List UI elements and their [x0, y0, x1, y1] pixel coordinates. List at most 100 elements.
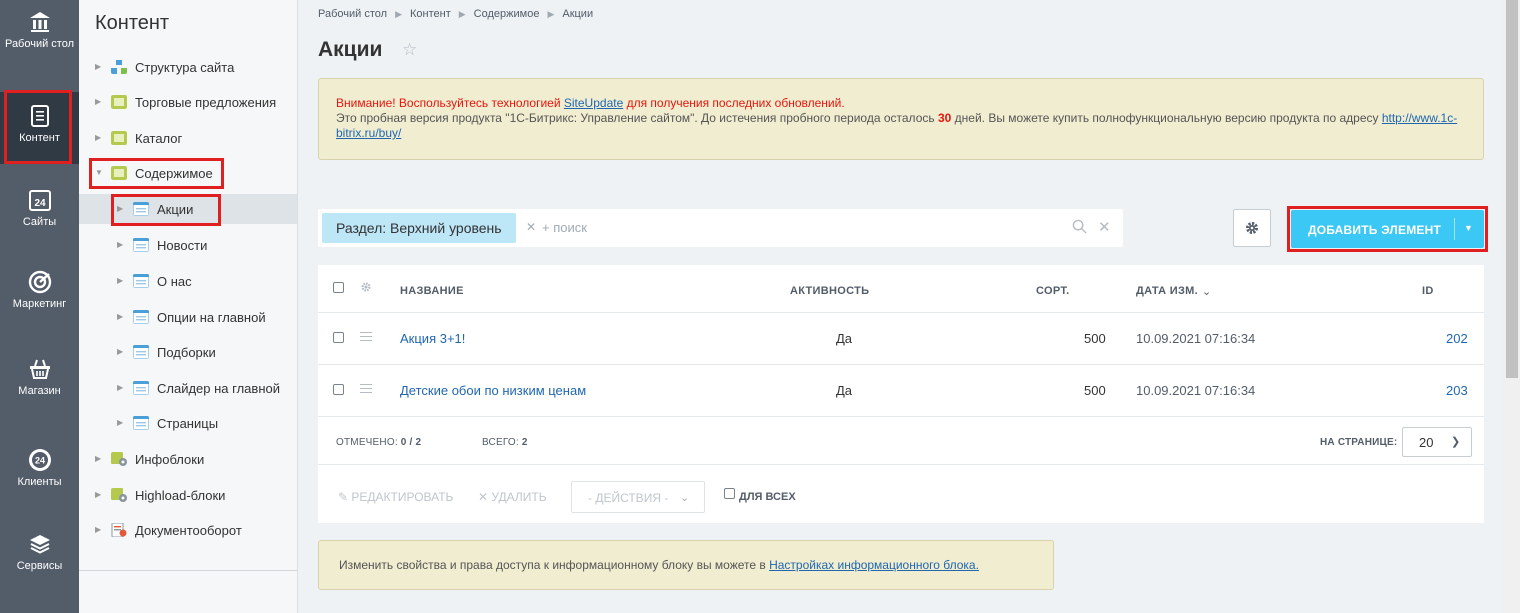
select-all-checkbox[interactable] [333, 282, 344, 293]
expand-arrow-icon[interactable]: ▶ [117, 384, 125, 392]
nav-item-content[interactable]: Контент [0, 92, 79, 164]
nav-item-clients[interactable]: 24 Клиенты [0, 448, 79, 508]
row-active: Да [836, 331, 853, 346]
tree-item-pages[interactable]: ▶ Страницы [117, 408, 218, 438]
breadcrumb-item[interactable]: Содержимое [474, 8, 540, 21]
breadcrumb-item[interactable]: Акции [562, 8, 593, 21]
notice-trial-text: Это пробная версия продукта "1С-Битрикс:… [336, 111, 938, 125]
forall-label: ДЛЯ ВСЕХ [739, 491, 796, 503]
tree-item-label: Highload-блоки [135, 487, 226, 503]
edit-button[interactable]: ✎ РЕДАКТИРОВАТЬ [338, 490, 453, 504]
siteupdate-link[interactable]: SiteUpdate [564, 96, 623, 110]
menu-icon[interactable] [360, 384, 372, 394]
grid-footer: ОТМЕЧЕНО: 0 / 2 ВСЕГО: 2 НА СТРАНИЦЕ: 20… [318, 417, 1484, 465]
nav-item-services[interactable]: Сервисы [0, 532, 79, 592]
divider [79, 570, 297, 571]
column-date[interactable]: ДАТА ИЗМ. [1136, 285, 1198, 297]
chevron-down-icon[interactable]: ▼ [1464, 223, 1473, 233]
expand-arrow-icon[interactable]: ▶ [95, 455, 103, 463]
row-id[interactable]: 203 [1446, 383, 1468, 398]
tree-item-news[interactable]: ▶ Новости [117, 230, 207, 260]
tree-item-site-structure[interactable]: ▶ Структура сайта [95, 52, 234, 82]
perpage-select[interactable]: 20 ❯ [1402, 427, 1472, 457]
search-input[interactable]: + поиск [542, 220, 587, 235]
collapse-arrow-icon[interactable]: ▼ [95, 169, 103, 177]
tree-item-about[interactable]: ▶ О нас [117, 266, 192, 296]
row-id[interactable]: 202 [1446, 331, 1468, 346]
expand-arrow-icon[interactable]: ▶ [95, 491, 103, 499]
breadcrumb-item[interactable]: Контент [410, 8, 451, 21]
column-active[interactable]: АКТИВНОСТЬ [790, 285, 869, 297]
expand-arrow-icon[interactable]: ▶ [117, 241, 125, 249]
nav-item-desktop[interactable]: Рабочий стол [0, 10, 79, 80]
expand-arrow-icon[interactable]: ▶ [117, 313, 125, 321]
tree-item-label: Документооборот [135, 522, 242, 538]
tree-item-infoblocks[interactable]: ▶ Инфоблоки [95, 444, 204, 474]
tree-item-promotions[interactable]: ▶ Акции [79, 194, 297, 224]
star-icon[interactable]: ☆ [402, 40, 417, 60]
nav-item-sites[interactable]: 24 Сайты [0, 188, 79, 248]
nav-item-shop[interactable]: Магазин [0, 357, 79, 417]
gear-icon[interactable] [360, 281, 372, 293]
tree-item-label: Инфоблоки [135, 451, 205, 467]
expand-arrow-icon[interactable]: ▶ [95, 98, 103, 106]
iblock-settings-link[interactable]: Настройках информационного блока. [769, 558, 979, 572]
expand-arrow-icon[interactable]: ▶ [117, 205, 125, 213]
expand-arrow-icon[interactable]: ▶ [117, 348, 125, 356]
filter-tag[interactable]: Раздел: Верхний уровень [322, 213, 516, 243]
iblock-icon [111, 166, 127, 180]
table-row[interactable]: Акция 3+1! Да 500 10.09.2021 07:16:34 20… [318, 313, 1484, 365]
clear-icon[interactable]: ✕ [1098, 218, 1111, 236]
nav-item-marketing[interactable]: Маркетинг [0, 270, 79, 330]
expand-arrow-icon[interactable]: ▶ [95, 63, 103, 71]
row-checkbox[interactable] [333, 384, 344, 395]
content-submenu: Контент ▶ Структура сайта ▶ Торговые пре… [79, 0, 298, 613]
selected-count: ОТМЕЧЕНО: 0 / 2 [336, 437, 422, 448]
tree-item-content[interactable]: ▼ Содержимое [95, 158, 213, 188]
tree-item-label: Опции на главной [157, 309, 266, 325]
calendar-24-icon: 24 [28, 190, 51, 211]
tree-item-workflow[interactable]: ▶ Документооборот [95, 515, 242, 545]
notice-warning: Внимание! Воспользуйтесь технологией Sit… [336, 96, 845, 110]
group-actions: ✎ РЕДАКТИРОВАТЬ ✕ УДАЛИТЬ - ДЕЙСТВИЯ - ⌄… [318, 466, 1484, 523]
settings-button[interactable] [1233, 209, 1271, 247]
table-row[interactable]: Детские обои по низким ценам Да 500 10.0… [318, 365, 1484, 417]
tree-item-trade-offers[interactable]: ▶ Торговые предложения [95, 87, 276, 117]
tree-item-home-options[interactable]: ▶ Опции на главной [117, 302, 266, 332]
row-name[interactable]: Акция 3+1! [400, 331, 465, 346]
home-icon [29, 12, 50, 32]
actions-select[interactable]: - ДЕЙСТВИЯ - ⌄ [571, 481, 705, 513]
tree-item-home-slider[interactable]: ▶ Слайдер на главной [117, 373, 280, 403]
section-icon [133, 345, 149, 359]
chevron-right-icon: ▶ [395, 9, 402, 19]
expand-arrow-icon[interactable]: ▶ [117, 277, 125, 285]
row-checkbox[interactable] [333, 332, 344, 343]
expand-arrow-icon[interactable]: ▶ [95, 134, 103, 142]
column-sort[interactable]: СОРТ. [1036, 285, 1069, 297]
add-element-button[interactable]: ДОБАВИТЬ ЭЛЕМЕНТ ▼ [1291, 210, 1484, 248]
tree-item-collections[interactable]: ▶ Подборки [117, 337, 216, 367]
scrollbar-thumb[interactable] [1506, 0, 1518, 378]
row-date: 10.09.2021 07:16:34 [1136, 383, 1256, 398]
filter-bar[interactable]: Раздел: Верхний уровень ✕ + поиск ✕ [318, 209, 1123, 247]
chevron-down-icon: ⌄ [680, 492, 690, 504]
column-name[interactable]: НАЗВАНИЕ [400, 285, 464, 297]
expand-arrow-icon[interactable]: ▶ [117, 419, 125, 427]
sort-chevron-icon[interactable]: ⌄ [1202, 285, 1212, 298]
tree-item-highload[interactable]: ▶ Highload-блоки [95, 480, 225, 510]
forall-checkbox[interactable] [724, 488, 735, 499]
row-active: Да [836, 383, 853, 398]
search-icon[interactable] [1072, 219, 1087, 234]
delete-button[interactable]: ✕ УДАЛИТЬ [478, 490, 547, 504]
expand-arrow-icon[interactable]: ▶ [95, 526, 103, 534]
tree-item-label: Акции [157, 201, 194, 217]
menu-icon[interactable] [360, 332, 372, 342]
remove-tag-icon[interactable]: ✕ [526, 220, 536, 234]
tree-item-catalog[interactable]: ▶ Каталог [95, 123, 182, 153]
row-name[interactable]: Детские обои по низким ценам [400, 383, 586, 398]
section-icon [133, 238, 149, 252]
tree-item-label: Каталог [135, 130, 183, 146]
column-id[interactable]: ID [1422, 285, 1434, 297]
gear-icon [1246, 222, 1258, 234]
breadcrumb-item[interactable]: Рабочий стол [318, 8, 387, 21]
